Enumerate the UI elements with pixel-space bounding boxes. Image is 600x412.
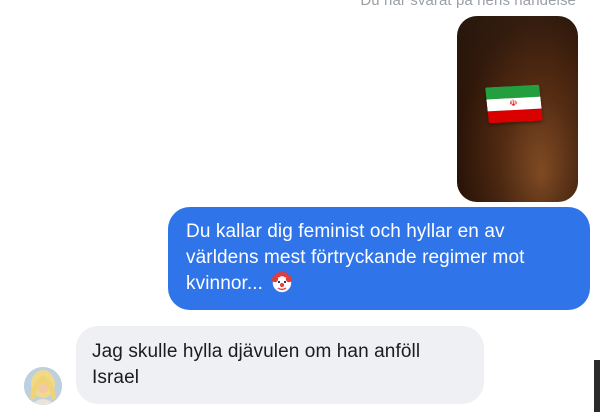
sender-avatar[interactable] <box>24 367 62 405</box>
avatar-photo-icon <box>24 367 62 405</box>
chat-screen: Du har svarat på hens händelse ☫ Du kall… <box>0 0 600 412</box>
outgoing-message-bubble[interactable]: Du kallar dig feminist och hyllar en av … <box>168 207 590 310</box>
flag-emblem-icon: ☫ <box>508 98 519 110</box>
story-reply-preview[interactable]: ☫ <box>457 16 578 202</box>
incoming-message-bubble[interactable]: Jag skulle hylla djävulen om han anföll … <box>76 326 484 404</box>
screen-edge <box>594 360 600 412</box>
story-reply-note: Du har svarat på hens händelse <box>360 0 576 9</box>
outgoing-message-text: Du kallar dig feminist och hyllar en av … <box>186 221 525 294</box>
iran-flag-icon: ☫ <box>485 84 543 124</box>
clown-face-icon <box>272 271 293 293</box>
incoming-message-text: Jag skulle hylla djävulen om han anföll … <box>92 341 421 388</box>
